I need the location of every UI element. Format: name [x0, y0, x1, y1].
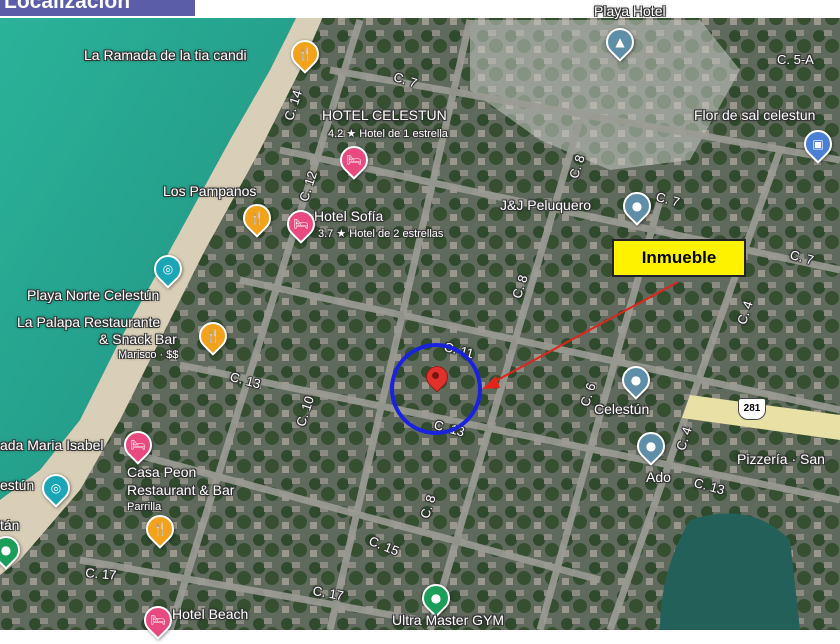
- place-label-estun[interactable]: estún: [0, 477, 34, 493]
- property-callout-label: Inmueble: [612, 239, 746, 277]
- place-label-palapa-2[interactable]: & Snack Bar: [99, 331, 177, 347]
- palapa-category: Marisco · $$: [118, 349, 179, 361]
- street-label-c17-a: C. 17: [84, 565, 118, 583]
- place-label-celestun[interactable]: Celestún: [594, 401, 649, 417]
- place-label-hotel-beach[interactable]: Hotel Beach: [172, 606, 248, 622]
- casa-peon-category: Parrilla: [127, 501, 162, 513]
- place-label-top[interactable]: Playa Hotel: [594, 3, 666, 19]
- place-label-playa-norte[interactable]: Playa Norte Celestún: [27, 287, 159, 303]
- place-label-ramada[interactable]: La Ramada de la tia candi: [84, 47, 247, 63]
- place-label-casa-peon-1[interactable]: Casa Peon: [127, 464, 196, 480]
- place-label-pizzeria[interactable]: Pizzería · San: [737, 451, 825, 467]
- property-marker-dot: [432, 372, 439, 379]
- place-label-tan[interactable]: tán: [0, 517, 19, 533]
- place-label-maria-isabel[interactable]: ada Maria Isabel: [0, 437, 104, 453]
- place-label-ultra-master[interactable]: Ultra Master GYM: [392, 612, 504, 628]
- place-label-palapa-1[interactable]: La Palapa Restaurante: [17, 314, 160, 330]
- street-label-c5a: C. 5-A: [777, 52, 814, 67]
- place-label-pampanos[interactable]: Los Pampanos: [163, 183, 256, 199]
- place-label-flor-de-sal[interactable]: Flor de sal celestun: [694, 107, 815, 123]
- place-label-ado[interactable]: Ado: [646, 469, 671, 485]
- highway-shield-icon: 281: [738, 398, 766, 420]
- header-title: Localización: [0, 0, 195, 16]
- place-label-casa-peon-2[interactable]: Restaurant & Bar: [127, 482, 234, 498]
- place-label-peluquero[interactable]: J&J Peluquero: [500, 197, 591, 213]
- hotel-sofia-rating: 3.7 ★ Hotel de 2 estrellas: [318, 228, 444, 240]
- hotel-celestun-rating: 4.2 ★ Hotel de 1 estrella: [328, 128, 448, 140]
- place-label-hotel-celestun[interactable]: HOTEL CELESTUN: [322, 107, 447, 123]
- place-label-hotel-sofia[interactable]: Hotel Sofía: [314, 208, 383, 224]
